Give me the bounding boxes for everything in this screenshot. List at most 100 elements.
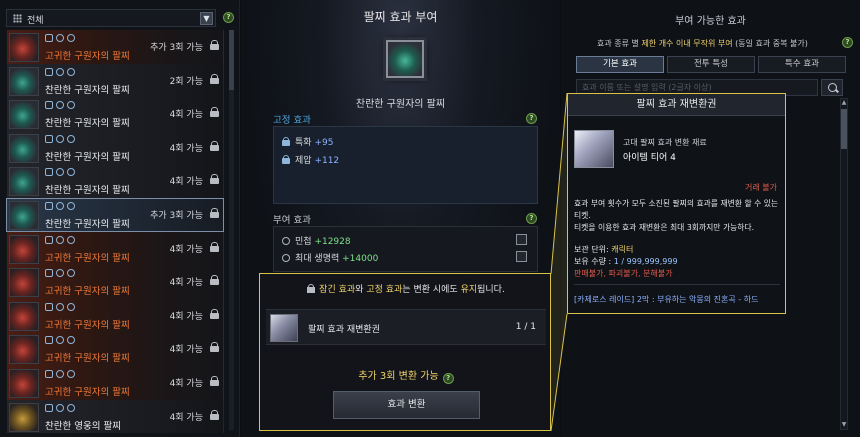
list-item[interactable]: 찬란한 구원자의 팔찌 4회 가능	[6, 164, 224, 198]
convert-button[interactable]: 효과 변환	[333, 391, 480, 419]
bracelet-icon	[9, 234, 39, 264]
list-item[interactable]: 찬란한 구원자의 팔찌 추가 3회 가능	[6, 197, 224, 232]
gear-icon	[67, 101, 75, 110]
help-icon[interactable]: ?	[223, 12, 234, 23]
clock-icon	[56, 336, 64, 345]
remaining-count: 4회 가능	[169, 177, 203, 188]
scrollbar-thumb[interactable]	[229, 30, 234, 90]
list-item[interactable]: 고귀한 구원자의 팔찌 4회 가능	[6, 298, 224, 333]
status-icons	[45, 168, 75, 177]
remaining-count: 추가 3회 가능	[150, 210, 203, 221]
lock-icon	[45, 168, 53, 177]
gear-icon	[67, 235, 75, 244]
list-item[interactable]: 찬란한 구원자의 팔찌 2회 가능	[6, 63, 224, 98]
lock-icon	[210, 409, 219, 421]
list-item[interactable]: 고귀한 구원자의 팔찌 4회 가능	[6, 265, 224, 299]
storage-unit: 보관 단위: 캐릭터	[574, 245, 634, 254]
remaining-count: 4회 가능	[169, 311, 203, 322]
ticket-row[interactable]: 팔찌 효과 재변환권 1 / 1	[266, 309, 546, 345]
remaining-count: 추가 3회 가능	[150, 43, 203, 53]
gear-icon	[67, 403, 75, 412]
remaining-conversions: 추가 3회 변환 가능?	[260, 367, 552, 384]
status-icons	[45, 235, 75, 244]
fixed-effect-row: 제압 +112	[282, 153, 339, 166]
effect-icon	[282, 254, 290, 262]
lock-icon	[45, 34, 53, 42]
panel-title: 팔찌 효과 부여	[363, 10, 438, 24]
bracelet-icon	[9, 402, 39, 432]
help-icon[interactable]: ?	[842, 37, 853, 48]
scroll-down-icon[interactable]: ▼	[841, 421, 847, 429]
help-icon[interactable]: ?	[526, 213, 537, 224]
lock-icon	[210, 342, 219, 353]
item-grade: 고대 팔찌 효과 변환 재료	[623, 138, 707, 147]
lock-icon	[210, 207, 219, 219]
list-item[interactable]: 고귀한 구원자의 팔찌 4회 가능	[6, 332, 224, 366]
tab-combat-stats[interactable]: 전투 특성	[667, 56, 755, 73]
filter-dropdown[interactable]: 전체 ▼	[6, 9, 216, 27]
list-item[interactable]: 찬란한 구원자의 팔찌 4회 가능	[6, 130, 224, 165]
clock-icon	[56, 403, 64, 412]
tab-special-effects[interactable]: 특수 효과	[758, 56, 846, 73]
bracelet-icon	[9, 33, 39, 62]
chevron-down-icon[interactable]: ▼	[200, 12, 213, 25]
item-name: 찬란한 구원자의 팔찌	[45, 218, 130, 230]
effects-scrollbar[interactable]: ▲ ▼	[840, 98, 848, 430]
gear-icon	[67, 67, 75, 76]
lock-icon	[45, 101, 53, 110]
divider	[574, 284, 780, 285]
effect-lock-toggle[interactable]	[516, 234, 527, 245]
status-icons	[45, 134, 75, 143]
lock-icon	[210, 73, 219, 85]
list-item[interactable]: 고귀한 구원자의 팔찌 4회 가능	[6, 365, 224, 400]
help-icon[interactable]: ?	[442, 373, 454, 384]
remaining-count: 4회 가능	[169, 412, 203, 423]
lock-icon	[210, 375, 219, 387]
lock-icon	[282, 155, 290, 164]
granted-effect-row: 민첩 +12928	[282, 234, 351, 247]
effect-lock-toggle[interactable]	[516, 251, 527, 262]
scrollbar-thumb[interactable]	[841, 109, 847, 149]
tab-basic-effects[interactable]: 기본 효과	[576, 56, 664, 73]
list-item[interactable]: 찬란한 영웅의 팔찌 4회 가능	[6, 399, 224, 434]
clock-icon	[56, 34, 64, 42]
list-item[interactable]: 고귀한 구원자의 팔찌 추가 3회 가능	[6, 30, 224, 64]
item-name: 고귀한 구원자의 팔찌	[45, 252, 130, 264]
status-icons	[45, 336, 75, 345]
granted-effect-row: 최대 생명력 +14000	[282, 251, 378, 264]
item-name: 고귀한 구원자의 팔찌	[45, 353, 130, 365]
owned-quantity: 보유 수량 : 1 / 999,999,999	[574, 257, 678, 266]
clock-icon	[56, 168, 64, 177]
bracelet-slot-icon[interactable]	[386, 40, 424, 78]
convert-note: 잠긴 효과와 고정 효과는 변환 시에도 유지됩니다.	[260, 282, 552, 295]
ticket-icon	[574, 130, 614, 168]
lock-icon	[45, 302, 53, 311]
gear-icon	[67, 269, 75, 278]
status-icons	[45, 201, 75, 210]
item-tooltip: 팔찌 효과 재변환권 고대 팔찌 효과 변환 재료 아이템 티어 4 거래 불가…	[567, 93, 786, 314]
bracelet-icon	[9, 335, 39, 365]
help-icon[interactable]: ?	[526, 113, 537, 124]
clock-icon	[56, 134, 64, 143]
bracelet-icon	[9, 301, 39, 331]
item-description: 효과 부여 횟수가 모두 소진된 팔찌의 효과를 재변환 할 수 있는 티켓. …	[574, 199, 779, 232]
status-icons	[45, 269, 75, 278]
list-item[interactable]: 고귀한 구원자의 팔찌 4회 가능	[6, 231, 224, 266]
ticket-icon[interactable]	[270, 314, 298, 342]
status-icons	[45, 302, 75, 311]
status-icons	[45, 101, 75, 110]
fixed-effects-label: 고정 효과	[273, 115, 311, 126]
granted-effects-label: 부여 효과	[273, 215, 311, 226]
search-icon[interactable]	[821, 79, 843, 96]
list-scrollbar[interactable]	[229, 30, 234, 430]
list-item[interactable]: 찬란한 구원자의 팔찌 4회 가능	[6, 97, 224, 131]
item-name: 고귀한 구원자의 팔찌	[45, 51, 130, 62]
lock-icon	[210, 40, 219, 51]
bracelet-icon	[9, 167, 39, 197]
scroll-up-icon[interactable]: ▲	[841, 99, 847, 107]
clock-icon	[56, 235, 64, 244]
granted-effects-box: 민첩 +12928 최대 생명력 +14000	[273, 226, 538, 272]
lock-icon	[210, 241, 219, 253]
effect-tabs: 기본 효과 전투 특성 특수 효과	[576, 56, 846, 73]
trade-status: 거래 불가	[745, 183, 777, 192]
